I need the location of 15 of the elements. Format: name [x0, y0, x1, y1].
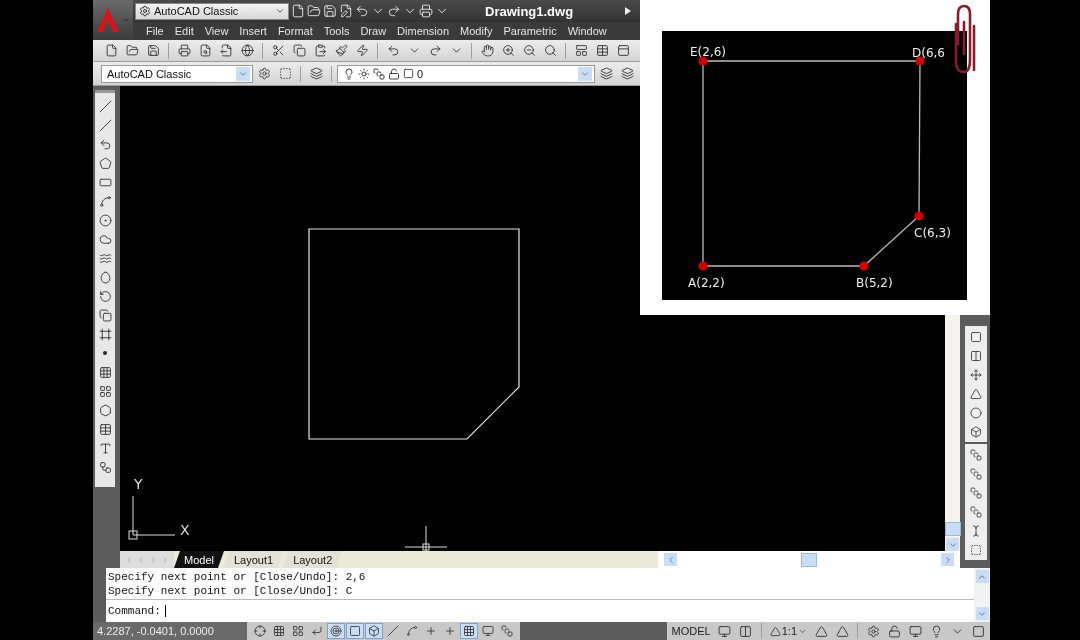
layer-name: 0 — [417, 67, 424, 80]
workspace-name: AutoCAD Classic — [154, 5, 239, 17]
document-title: Drawing1.dwg — [485, 3, 574, 19]
point-label: B(5,2) — [856, 275, 893, 290]
axis-label: Y — [134, 476, 143, 492]
command-prompt: Command: — [108, 604, 161, 618]
point-label: A(2,2) — [688, 275, 725, 290]
point-label: D(6,6 — [912, 45, 945, 60]
coordinates-readout: 4.2287, -0.0401, 0.0000 — [93, 622, 247, 640]
command-history-line: Specify next point or [Close/Undo]: C — [108, 584, 354, 598]
axis-label: X — [180, 522, 190, 538]
command-history-line: Specify next point or [Close/Undo]: 2,6 — [108, 570, 367, 584]
annotation-scale: 1:1 — [781, 625, 797, 637]
workspace-name: AutoCAD Classic — [107, 67, 192, 80]
point-label: E(2,6) — [690, 44, 727, 59]
